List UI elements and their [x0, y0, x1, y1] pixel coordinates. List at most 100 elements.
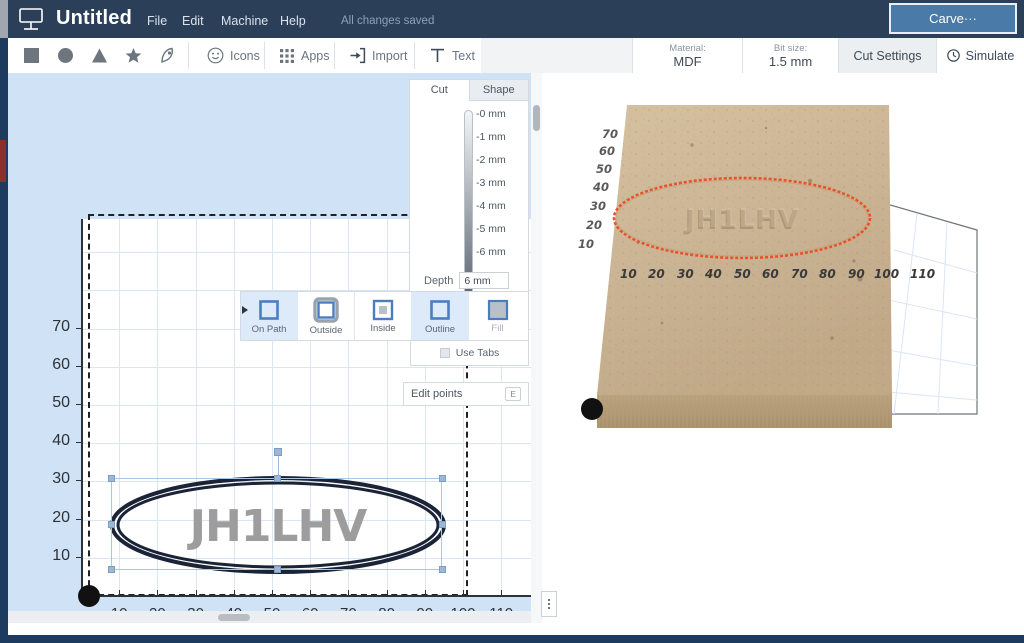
cut-mode-label: Outside: [309, 324, 343, 336]
pen-shape-icon[interactable]: [150, 38, 184, 73]
preview-x-tick-label: 80: [819, 267, 836, 281]
star-shape-icon[interactable]: [116, 38, 150, 73]
toolbar-item-apps[interactable]: Apps: [270, 38, 339, 73]
browser-window-bottom-edge: [0, 635, 1024, 643]
rotation-handle[interactable]: [274, 448, 282, 456]
smiley-icon: [207, 47, 224, 64]
x-tick: [233, 590, 235, 595]
material-selector[interactable]: Material: MDF: [632, 38, 742, 73]
simulate-label: Simulate: [965, 48, 1015, 63]
circle-shape-icon[interactable]: [48, 38, 82, 73]
bit-size-selector[interactable]: Bit size: 1.5 mm: [742, 38, 838, 73]
preview-x-tick-label: 70: [791, 267, 808, 281]
selection-handle-tl[interactable]: [108, 475, 115, 482]
easel-logo-icon[interactable]: [18, 8, 44, 30]
cut-panel-tabs: Cut Shape: [410, 80, 528, 101]
cut-mode-label: Inside: [370, 322, 396, 334]
import-arrow-icon: [350, 47, 366, 64]
cut-mode-fill[interactable]: Fill: [469, 292, 526, 340]
three-d-preview-panel[interactable]: JH1LHV JH1LHV 70 60 50 40 30 20 10 10 20…: [542, 73, 1024, 623]
selection-handle-br[interactable]: [439, 566, 446, 573]
top-navigation-bar: Untitled File Edit Machine Help All chan…: [8, 0, 1024, 38]
origin-marker[interactable]: [78, 585, 100, 607]
tab-cut[interactable]: Cut: [410, 80, 469, 101]
cut-settings-label: Cut Settings: [853, 48, 922, 63]
tab-shape[interactable]: Shape: [468, 80, 528, 101]
preview-x-tick-label: 40: [704, 267, 722, 281]
selection-bounding-box: [111, 478, 442, 570]
toolbar-label-apps: Apps: [301, 48, 330, 63]
preview-x-tick-label: 100: [874, 267, 899, 281]
cut-mode-strip: On Path Outside Inside Outline Fill: [240, 291, 529, 341]
x-tick: [348, 590, 350, 595]
selection-handle-ml[interactable]: [108, 521, 115, 528]
menu-file[interactable]: File: [147, 14, 167, 28]
selection-handle-tr[interactable]: [439, 475, 446, 482]
three-d-scene: JH1LHV JH1LHV 70 60 50 40 30 20 10 10 20…: [578, 105, 978, 428]
panel-vertical-scrollbar[interactable]: [531, 73, 542, 623]
selection-handle-bl[interactable]: [108, 566, 115, 573]
depth-tick-label: -2 mm: [476, 154, 506, 166]
edit-points-shortcut: E: [505, 387, 521, 401]
menu-machine[interactable]: Machine: [221, 14, 268, 28]
kebab-menu-icon[interactable]: [541, 591, 557, 617]
depth-tick-label: -3 mm: [476, 177, 506, 189]
depth-label: Depth: [424, 274, 454, 287]
cut-mode-outline[interactable]: Outline: [412, 292, 469, 340]
y-tick: [76, 365, 81, 367]
y-tick: [76, 518, 81, 520]
toolbar-item-text[interactable]: Text: [420, 38, 484, 73]
cut-mode-on-path[interactable]: On Path: [241, 292, 298, 340]
x-tick: [119, 590, 121, 595]
menu-help[interactable]: Help: [280, 14, 306, 28]
selection-handle-mr[interactable]: [439, 521, 446, 528]
use-tabs-label: Use Tabs: [455, 347, 500, 359]
save-status: All changes saved: [341, 15, 435, 27]
x-tick: [501, 590, 503, 595]
use-tabs-checkbox[interactable]: [439, 348, 450, 358]
cut-mode-inside[interactable]: Inside: [355, 292, 412, 340]
square-shape-icon[interactable]: [14, 38, 48, 73]
x-tick: [463, 590, 464, 595]
depth-tick-label: -1 mm: [476, 131, 506, 143]
menu-edit[interactable]: Edit: [182, 14, 204, 28]
cut-mode-label: Fill: [491, 322, 504, 334]
selection-handle-bc[interactable]: [274, 566, 281, 573]
depth-tick-label: -0 mm: [476, 108, 506, 120]
y-tick-label: 50: [52, 394, 70, 411]
toolbar-item-icons[interactable]: Icons: [198, 38, 269, 73]
text-t-icon: [431, 48, 444, 62]
grid-apps-icon: [280, 48, 294, 63]
svg-text:JH1LHV: JH1LHV: [684, 204, 800, 234]
simulate-button[interactable]: Simulate: [936, 38, 1024, 73]
triangle-shape-icon[interactable]: [82, 38, 116, 73]
toolbar-item-import[interactable]: Import: [340, 38, 416, 73]
preview-x-tick-label: 20: [648, 267, 665, 281]
depth-input[interactable]: [459, 272, 510, 289]
x-tick: [386, 590, 388, 595]
carve-button[interactable]: Carve···: [889, 3, 1017, 34]
canvas-horizontal-scrollbar[interactable]: [8, 611, 537, 623]
cut-mode-outside[interactable]: Outside: [298, 292, 355, 340]
preview-y-tick-label: 10: [578, 237, 594, 251]
y-tick-label: 10: [52, 546, 70, 564]
y-tick-label: 60: [52, 355, 70, 373]
depth-tick-label: -5 mm: [476, 223, 506, 235]
cut-mode-label: Outline: [424, 323, 456, 335]
easel-app: Untitled File Edit Machine Help All chan…: [8, 0, 1024, 635]
depth-tick-label: -6 mm: [476, 246, 506, 258]
depth-tick-label: -4 mm: [476, 200, 506, 212]
x-tick: [310, 590, 312, 595]
preview-y-tick-label: 40: [592, 180, 609, 194]
project-title[interactable]: Untitled: [56, 7, 132, 30]
toolbar-label-icons: Icons: [230, 48, 260, 63]
y-tick: [76, 556, 81, 558]
edit-points-button[interactable]: Edit points E: [403, 382, 529, 406]
y-tick-label: 70: [52, 317, 70, 335]
use-tabs-row[interactable]: Use Tabs: [410, 341, 529, 366]
x-tick: [272, 590, 273, 595]
on-path-icon: [259, 299, 279, 320]
edit-points-label: Edit points: [411, 388, 463, 400]
x-tick: [424, 590, 426, 595]
cut-settings-button[interactable]: Cut Settings: [838, 38, 936, 73]
